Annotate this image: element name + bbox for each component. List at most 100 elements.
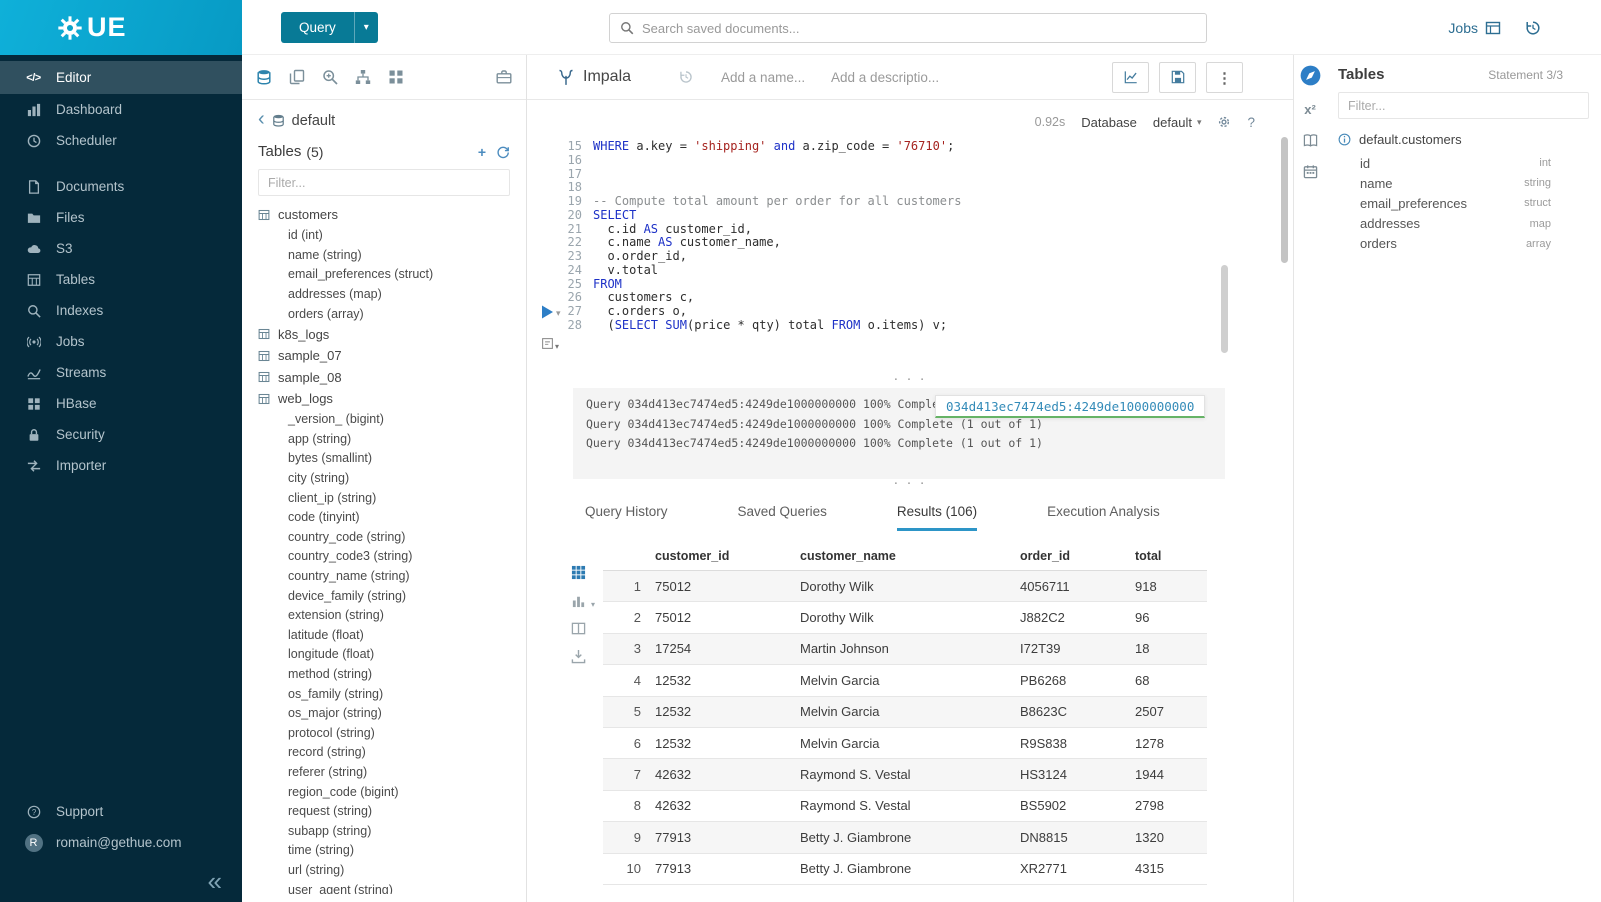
column-item[interactable]: longitude (float) <box>258 645 510 665</box>
column-header-order-id[interactable]: order_id <box>1020 549 1135 563</box>
sidebar-item-indexes[interactable]: Indexes <box>0 295 242 326</box>
resize-handle-dots[interactable] <box>527 479 1293 489</box>
query-name-input[interactable] <box>721 70 817 85</box>
column-item[interactable]: extension (string) <box>258 605 510 625</box>
column-item[interactable]: name (string) <box>258 245 510 265</box>
column-item[interactable]: _version_ (bigint) <box>258 409 510 429</box>
settings-gear-icon[interactable] <box>1217 115 1231 129</box>
column-header-total[interactable]: total <box>1135 549 1207 563</box>
download-icon[interactable] <box>571 649 586 664</box>
column-item[interactable]: addresses (map) <box>258 284 510 304</box>
column-item[interactable]: client_ip (string) <box>258 488 510 508</box>
database-select[interactable]: default ▾ <box>1153 115 1202 130</box>
column-header-customer-id[interactable]: customer_id <box>655 549 800 563</box>
column-item[interactable]: country_name (string) <box>258 566 510 586</box>
table-row[interactable]: 317254Martin JohnsonI72T3918 <box>603 634 1207 665</box>
calendar-icon[interactable] <box>1303 164 1318 179</box>
column-item[interactable]: region_code (bigint) <box>258 782 510 802</box>
refresh-icon[interactable] <box>496 145 510 159</box>
grid-icon[interactable] <box>388 69 404 85</box>
inner-scrollbar[interactable] <box>1221 265 1228 353</box>
column-item-addresses[interactable]: addressesmap <box>1338 214 1589 234</box>
save-button[interactable] <box>1159 62 1196 93</box>
column-item-email-preferences[interactable]: email_preferencesstruct <box>1338 193 1589 213</box>
tab-query-history[interactable]: Query History <box>585 504 668 531</box>
editor-scrollbar[interactable] <box>1281 137 1288 263</box>
column-item[interactable]: os_major (string) <box>258 703 510 723</box>
sidebar-item-scheduler[interactable]: Scheduler <box>0 125 242 156</box>
column-item[interactable]: protocol (string) <box>258 723 510 743</box>
column-item[interactable]: country_code3 (string) <box>258 547 510 567</box>
query-dropdown-caret[interactable]: ▾ <box>354 12 378 43</box>
more-actions-button[interactable]: ⋮ <box>1206 62 1243 93</box>
query-button[interactable]: Query ▾ <box>281 12 378 43</box>
column-item[interactable]: os_family (string) <box>258 684 510 704</box>
help-icon[interactable]: ? <box>1247 115 1255 130</box>
table-row[interactable]: 742632Raymond S. VestalHS31241944 <box>603 759 1207 790</box>
column-item[interactable]: url (string) <box>258 860 510 880</box>
column-item-name[interactable]: namestring <box>1338 173 1589 193</box>
book-icon[interactable] <box>1303 133 1318 148</box>
column-header-customer-name[interactable]: customer_name <box>800 549 1020 563</box>
sidebar-item-hbase[interactable]: HBase <box>0 388 242 419</box>
sidebar-item-tables[interactable]: Tables <box>0 264 242 295</box>
table-item-sample-07[interactable]: sample_07 <box>258 345 510 367</box>
column-item-id[interactable]: idint <box>1338 153 1589 173</box>
table-item-web-logs[interactable]: web_logs <box>258 388 510 410</box>
query-history-icon[interactable] <box>679 70 693 84</box>
column-item[interactable]: time (string) <box>258 841 510 861</box>
table-row[interactable]: 842632Raymond S. VestalBS59022798 <box>603 791 1207 822</box>
back-chevron-icon[interactable]: ‹ <box>258 109 265 129</box>
column-item[interactable]: code (tinyint) <box>258 507 510 527</box>
grid-view-icon[interactable] <box>571 565 586 580</box>
hue-logo[interactable]: UE <box>0 0 242 55</box>
sidebar-item-documents[interactable]: Documents <box>0 171 242 202</box>
add-table-icon[interactable]: + <box>478 144 486 160</box>
execute-button[interactable] <box>541 305 554 319</box>
snippet-settings-button[interactable]: ▾ <box>541 336 559 351</box>
execute-options-caret[interactable]: ▾ <box>556 308 561 319</box>
briefcase-icon[interactable] <box>496 69 512 85</box>
copy-icon[interactable] <box>289 69 305 85</box>
chart-view-icon[interactable]: ▾ <box>571 593 586 608</box>
column-item[interactable]: request (string) <box>258 801 510 821</box>
zoom-in-icon[interactable] <box>322 69 338 85</box>
breadcrumb[interactable]: ‹ default <box>258 112 510 129</box>
collapse-sidebar-button[interactable]: « <box>0 868 242 894</box>
active-table-row[interactable]: default.customers <box>1338 132 1589 147</box>
column-item[interactable]: city (string) <box>258 468 510 488</box>
compass-icon[interactable] <box>1300 65 1321 86</box>
column-item[interactable]: bytes (smallint) <box>258 449 510 469</box>
column-item[interactable]: email_preferences (struct) <box>258 265 510 285</box>
sidebar-item-streams[interactable]: Streams <box>0 357 242 388</box>
column-item-orders[interactable]: ordersarray <box>1338 234 1589 254</box>
info-icon[interactable] <box>1338 133 1351 146</box>
sidebar-item-user[interactable]: R romain@gethue.com <box>0 827 242 858</box>
superscript-icon[interactable]: x² <box>1304 102 1316 117</box>
sidebar-item-files[interactable]: Files <box>0 202 242 233</box>
column-item[interactable]: record (string) <box>258 743 510 763</box>
table-row[interactable]: 977913Betty J. GiambroneDN88151320 <box>603 822 1207 853</box>
jobs-link[interactable]: Jobs <box>1448 20 1501 36</box>
resize-handle-dots[interactable] <box>527 375 1293 385</box>
database-icon[interactable] <box>256 69 272 85</box>
table-row[interactable]: 612532Melvin GarciaR9S8381278 <box>603 728 1207 759</box>
sidebar-item-jobs[interactable]: Jobs <box>0 326 242 357</box>
sidebar-item-security[interactable]: Security <box>0 419 242 450</box>
code-editor[interactable]: 15WHERE a.key = 'shipping' and a.zip_cod… <box>567 140 1263 333</box>
right-filter-input[interactable] <box>1338 92 1589 119</box>
sidebar-item-importer[interactable]: Importer <box>0 450 242 481</box>
query-description-input[interactable] <box>831 70 943 85</box>
column-item[interactable]: country_code (string) <box>258 527 510 547</box>
chart-button[interactable] <box>1112 62 1149 93</box>
sidebar-item-dashboard[interactable]: Dashboard <box>0 94 242 125</box>
sidebar-item-editor[interactable]: </>Editor <box>0 61 242 94</box>
column-item[interactable]: app (string) <box>258 429 510 449</box>
sidebar-item-support[interactable]: ? Support <box>0 796 242 827</box>
tab-results-106[interactable]: Results (106) <box>897 504 977 531</box>
column-item[interactable]: user_agent (string) <box>258 880 510 894</box>
table-row[interactable]: 512532Melvin GarciaB8623C2507 <box>603 697 1207 728</box>
column-item[interactable]: method (string) <box>258 664 510 684</box>
column-item[interactable]: id (int) <box>258 226 510 246</box>
sitemap-icon[interactable] <box>355 69 371 85</box>
